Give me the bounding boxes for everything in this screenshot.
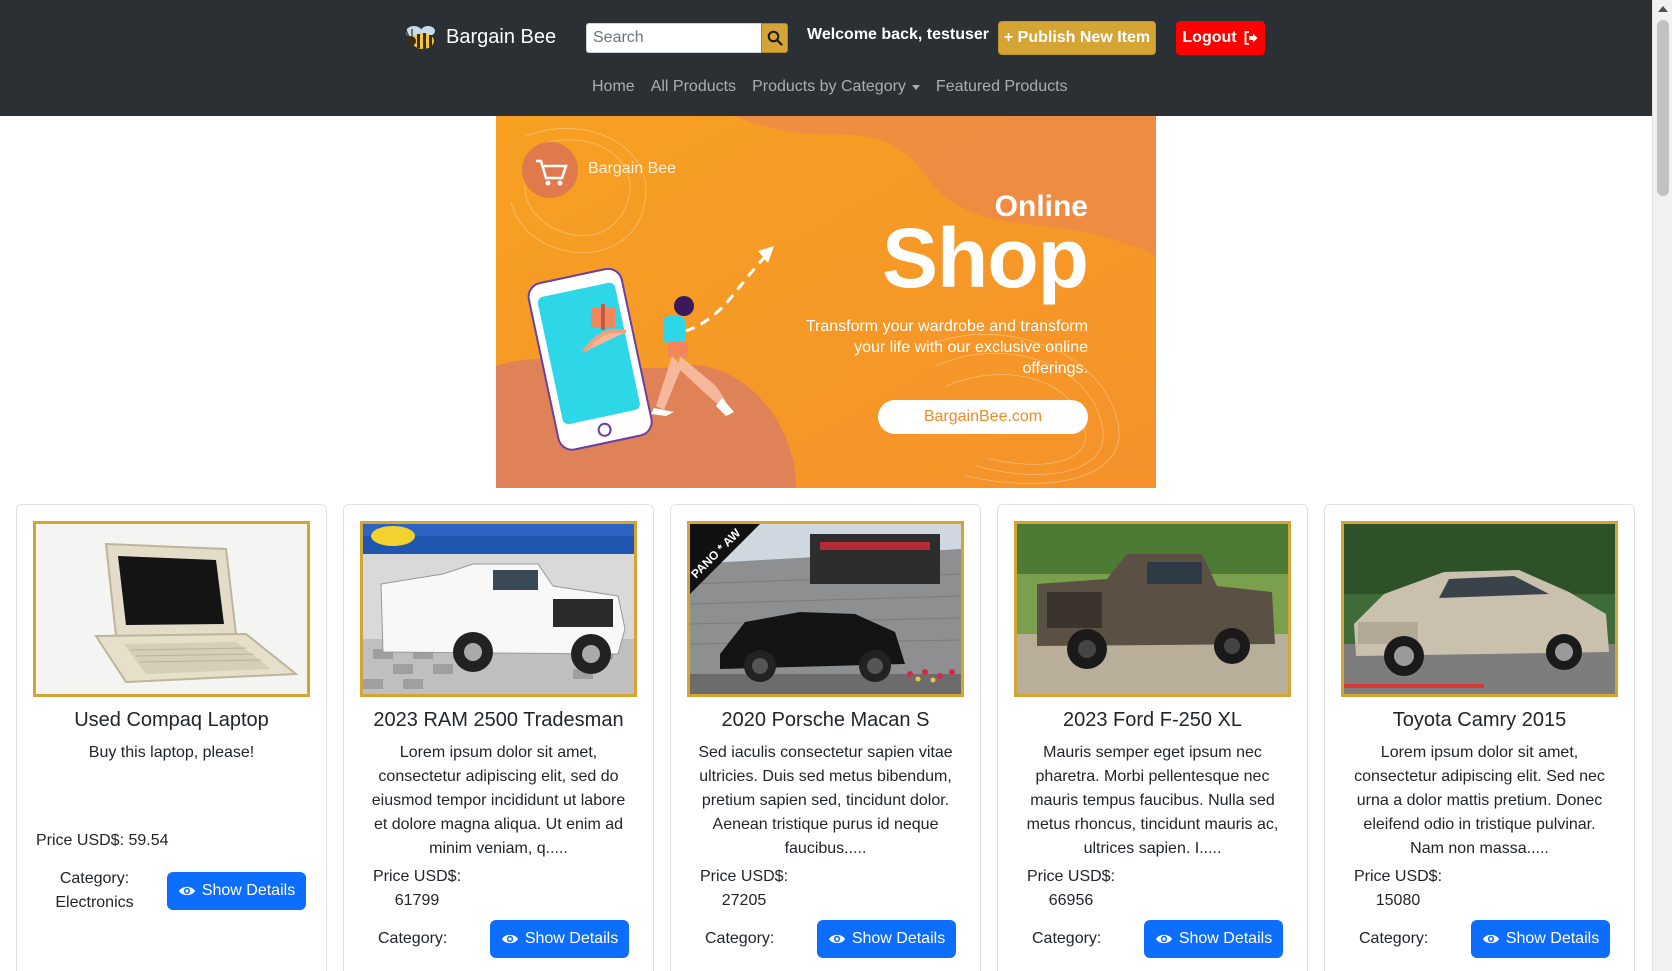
product-price: Price USD$: 66956 — [1016, 865, 1126, 913]
bee-logo-icon — [405, 26, 435, 49]
product-price: Price USD$: 27205 — [689, 865, 799, 913]
show-details-button[interactable]: Show Details — [167, 872, 306, 910]
price-label: Price USD$: — [1026, 868, 1116, 885]
product-description: Buy this laptop, please! — [88, 744, 255, 761]
nav-products-by-category[interactable]: Products by Category — [752, 78, 920, 96]
publish-button-label: + Publish New Item — [1003, 29, 1151, 46]
navbar: Bargain Bee Welcome back, testuser + Pub… — [0, 0, 1652, 116]
product-card: 2023 Ford F-250 XL Mauris semper eget ip… — [997, 504, 1308, 971]
show-details-label: Show Details — [1178, 930, 1273, 947]
eye-icon — [1482, 934, 1499, 944]
brand-link[interactable]: Bargain Bee — [402, 20, 556, 54]
scroll-up-arrow-icon[interactable] — [1658, 6, 1668, 12]
product-image[interactable] — [1341, 521, 1618, 697]
show-details-label: Show Details — [851, 930, 946, 947]
welcome-message: Welcome back, testuser — [807, 26, 990, 43]
search-form — [586, 23, 788, 53]
publish-new-item-button[interactable]: + Publish New Item — [998, 21, 1156, 55]
banner-brand-text: Bargain Bee — [588, 160, 677, 177]
price-label: Price USD$: — [1353, 868, 1443, 885]
product-category: Category: Electronics — [47, 867, 142, 915]
product-title: 2023 Ford F-250 XL — [1063, 709, 1242, 731]
nav-label: Home — [592, 78, 635, 95]
main-nav: Home All Products Products by Category F… — [592, 78, 1068, 96]
price-value: 27205 — [721, 892, 767, 909]
chevron-down-icon — [911, 84, 920, 90]
product-card: Toyota Camry 2015 Lorem ipsum dolor sit … — [1324, 504, 1635, 971]
brand-name: Bargain Bee — [446, 25, 557, 48]
category-label: Category: — [1032, 930, 1102, 947]
show-details-label: Show Details — [1505, 930, 1600, 947]
eye-icon — [178, 886, 195, 896]
product-image[interactable]: PANO * AW — [687, 521, 964, 697]
category-label: Category: — [59, 870, 130, 887]
banner-shop-text: Shop — [882, 211, 1089, 305]
price-value: 66956 — [1048, 892, 1094, 909]
logout-button[interactable]: Logout — [1176, 21, 1265, 55]
category-label: Category: — [1359, 930, 1429, 947]
show-details-label: Show Details — [524, 930, 619, 947]
product-card: PANO * AW 2020 Porsche Macan S Sed iacul… — [670, 504, 981, 971]
search-button[interactable] — [761, 23, 788, 53]
product-card: 2023 RAM 2500 Tradesman Lorem ipsum dolo… — [343, 504, 654, 971]
price-label: Price USD$: — [372, 868, 462, 885]
nav-featured-products[interactable]: Featured Products — [936, 78, 1068, 96]
product-description: Lorem ipsum dolor sit amet, consectetur … — [371, 744, 626, 857]
show-details-label: Show Details — [201, 882, 296, 899]
show-details-button[interactable]: Show Details — [1144, 920, 1283, 958]
product-description: Lorem ipsum dolor sit amet, consectetur … — [1354, 744, 1605, 857]
nav-all-products[interactable]: All Products — [651, 78, 736, 96]
category-label: Category: — [705, 930, 775, 947]
nav-home[interactable]: Home — [592, 78, 635, 96]
product-title: 2023 RAM 2500 Tradesman — [373, 709, 624, 731]
product-image[interactable] — [1014, 521, 1291, 697]
product-price: Price USD$: 61799 — [362, 865, 472, 913]
price-label: Price USD$: — [699, 868, 789, 885]
product-title: Toyota Camry 2015 — [1392, 709, 1567, 731]
search-icon — [767, 30, 783, 46]
eye-icon — [828, 934, 845, 944]
search-input[interactable] — [586, 23, 761, 53]
scrollbar-thumb[interactable] — [1657, 20, 1669, 196]
category-value: Electronics — [55, 894, 134, 911]
product-image[interactable] — [360, 521, 637, 697]
category-label: Category: — [378, 930, 448, 947]
product-description: Mauris semper eget ipsum nec pharetra. M… — [1026, 744, 1279, 857]
product-price: Price USD$: 15080 — [1343, 865, 1453, 913]
product-image[interactable] — [33, 521, 310, 697]
product-title: 2020 Porsche Macan S — [721, 709, 930, 731]
price-value: 15080 — [1375, 892, 1421, 909]
hero-banner: Bargain Bee Online Shop Transform your w… — [496, 116, 1156, 488]
product-description: Sed iaculis consectetur sapien vitae ult… — [698, 744, 953, 857]
nav-label: Products by Category — [752, 78, 906, 95]
product-card: Used Compaq Laptop Buy this laptop, plea… — [16, 504, 327, 971]
product-price: Price USD$: 59.54 — [36, 832, 169, 849]
eye-icon — [1155, 934, 1172, 944]
banner-tagline: Transform your wardrobe and transform yo… — [805, 318, 1088, 377]
nav-label: Featured Products — [935, 78, 1068, 95]
show-details-button[interactable]: Show Details — [817, 920, 956, 958]
price-value: 61799 — [394, 892, 440, 909]
eye-icon — [501, 934, 518, 944]
product-title: Used Compaq Laptop — [74, 709, 269, 731]
show-details-button[interactable]: Show Details — [1471, 920, 1610, 958]
vertical-scrollbar[interactable] — [1652, 0, 1672, 971]
nav-label: All Products — [650, 78, 737, 95]
logout-icon — [1244, 31, 1258, 45]
banner-url-pill: BargainBee.com — [878, 400, 1088, 434]
logout-button-label: Logout — [1182, 29, 1237, 46]
show-details-button[interactable]: Show Details — [490, 920, 629, 958]
